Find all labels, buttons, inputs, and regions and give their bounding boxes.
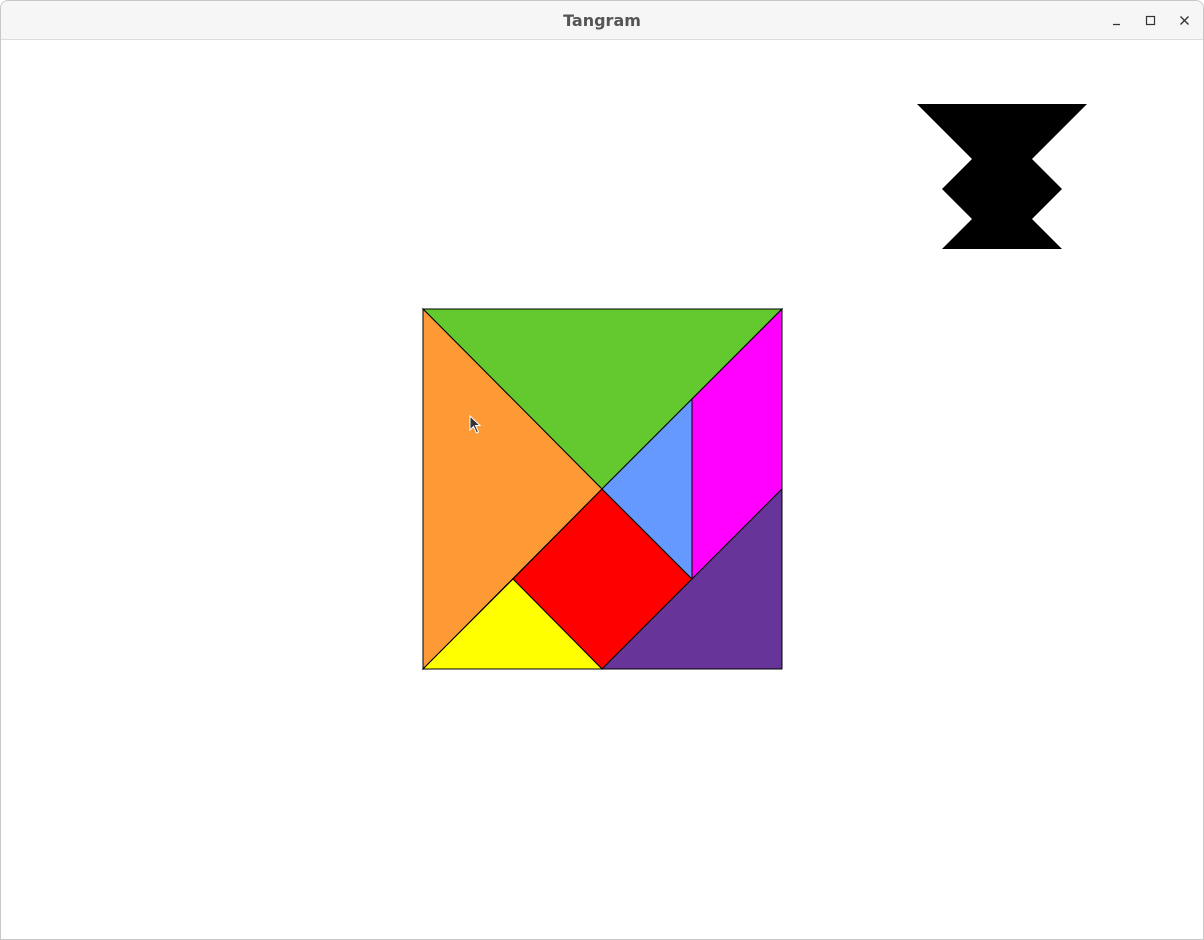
game-canvas — [421, 104, 1087, 671]
target-silhouette — [917, 104, 1087, 249]
mouse-pointer-icon — [469, 415, 482, 434]
